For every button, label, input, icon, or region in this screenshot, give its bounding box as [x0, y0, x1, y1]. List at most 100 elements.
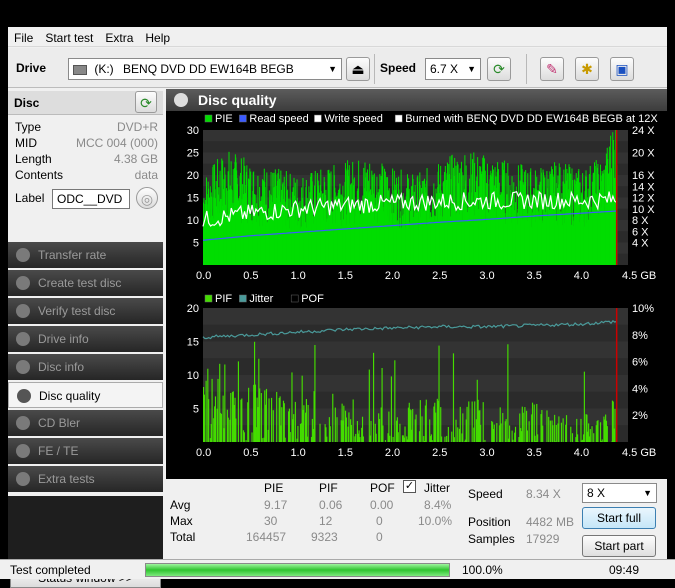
- eject-button[interactable]: ⏏: [346, 57, 370, 81]
- menu-extra[interactable]: Extra: [99, 27, 139, 47]
- chevron-down-icon: ▼: [643, 484, 652, 502]
- stats-max-jitter: 10.0%: [418, 514, 452, 528]
- y-left-tick-label: 10: [187, 215, 199, 227]
- legend-swatch: [314, 115, 321, 122]
- disc-title: Disc: [14, 96, 39, 110]
- x-tick-label: 0.0: [196, 270, 211, 282]
- pif-bar: [221, 414, 222, 442]
- pif-bar: [335, 408, 336, 442]
- pif-bar: [391, 376, 392, 442]
- nav-fe-te[interactable]: FE / TE: [8, 438, 163, 464]
- nav-extra-tests[interactable]: Extra tests: [8, 466, 163, 492]
- pif-bar: [332, 394, 333, 442]
- pif-bar: [271, 398, 272, 442]
- y-right-tick-label: 2%: [632, 410, 648, 422]
- pif-bar: [244, 432, 245, 442]
- pif-bar: [261, 393, 262, 442]
- speed-select[interactable]: 6.7 X ▼: [425, 58, 481, 80]
- pif-bar: [241, 399, 242, 442]
- x-tick-label: 3.5: [527, 447, 542, 459]
- nav-label: FE / TE: [38, 444, 78, 458]
- pif-bar: [483, 402, 484, 442]
- legend-swatch: [239, 295, 246, 302]
- stats-max-pie: 30: [264, 514, 277, 528]
- info-key: Type: [15, 119, 41, 135]
- test-speed-select[interactable]: 8 X ▼: [582, 483, 657, 503]
- eject-icon: ⏏: [351, 61, 364, 77]
- status-time: 09:49: [609, 563, 639, 577]
- pif-bar: [509, 425, 510, 442]
- y-left-tick-label: 5: [193, 238, 199, 250]
- pif-bar: [215, 396, 216, 442]
- x-tick-label: 4.5 GB: [622, 447, 656, 459]
- nav-cd-bler[interactable]: CD Bler: [8, 410, 163, 436]
- pif-bar: [441, 436, 442, 442]
- start-full-button[interactable]: Start full: [582, 507, 656, 529]
- nav-transfer-rate[interactable]: Transfer rate: [8, 242, 163, 268]
- y-right-tick-label: 10%: [632, 303, 654, 315]
- menu-start-test[interactable]: Start test: [39, 27, 99, 47]
- menu-help[interactable]: Help: [139, 27, 176, 47]
- nav-icon: [17, 389, 31, 403]
- pif-bar: [326, 437, 327, 442]
- erase-button[interactable]: ✎: [540, 57, 564, 81]
- stats-avg-jitter: 8.4%: [424, 498, 451, 512]
- stats-total-pie: 164457: [246, 530, 286, 544]
- pif-bar: [251, 432, 252, 442]
- legend-label: Write speed: [324, 113, 383, 125]
- pif-bar: [314, 345, 315, 442]
- stats-row-label: Total: [170, 530, 195, 544]
- disc-info: TypeDVD+R MIDMCC 004 (000) Length4.38 GB…: [8, 119, 163, 183]
- pif-bar: [472, 402, 473, 442]
- disc-label-button[interactable]: ◎: [136, 187, 158, 209]
- nav-disc-info[interactable]: Disc info: [8, 354, 163, 380]
- start-part-button[interactable]: Start part: [582, 535, 656, 557]
- pif-bar: [281, 407, 282, 442]
- pif-bar: [457, 427, 458, 442]
- options-button[interactable]: ✱: [575, 57, 599, 81]
- pif-bar: [563, 418, 564, 442]
- pif-bar: [394, 360, 395, 442]
- info-value: MCC 004 (000): [76, 135, 158, 151]
- nav-icon: [16, 472, 30, 486]
- drive-select[interactable]: (K:) BENQ DVD DD EW164B BEGB ▼: [68, 58, 342, 80]
- pif-bar: [512, 440, 513, 442]
- y-right-tick-label: 20 X: [632, 148, 655, 160]
- pif-bar: [206, 381, 207, 442]
- info-key: Length: [15, 151, 52, 167]
- y-left-tick-label: 20: [187, 170, 199, 182]
- nav-disc-quality[interactable]: Disc quality: [8, 382, 163, 408]
- pif-bar: [438, 346, 439, 442]
- pif-bar: [523, 413, 524, 442]
- stats-header-pif: PIF: [319, 481, 338, 495]
- refresh-disc-button[interactable]: ⟳: [135, 91, 157, 113]
- disc-label-input[interactable]: ODC__DVD: [52, 189, 130, 209]
- pif-bar: [421, 416, 422, 442]
- pif-bar: [319, 424, 320, 442]
- nav-icon: [16, 444, 30, 458]
- jitter-checkbox[interactable]: ✓: [403, 480, 416, 493]
- pif-bar: [369, 370, 370, 442]
- nav-drive-info[interactable]: Drive info: [8, 326, 163, 352]
- legend-label: PIE: [215, 113, 233, 125]
- info-key: MID: [15, 135, 37, 151]
- nav-icon: [16, 332, 30, 346]
- pif-bar: [268, 398, 269, 442]
- pif-bar: [306, 399, 307, 442]
- save-button[interactable]: ▣: [610, 57, 634, 81]
- menu-file[interactable]: File: [8, 27, 39, 47]
- status-bar: Test completed 100.0% 09:49: [0, 559, 675, 579]
- pif-bar: [451, 432, 452, 442]
- refresh-icon: ⟳: [493, 61, 505, 77]
- nav-label: Extra tests: [38, 472, 95, 486]
- legend-swatch: [205, 115, 212, 122]
- pif-bar: [515, 427, 516, 442]
- refresh-speed-button[interactable]: ⟳: [487, 57, 511, 81]
- nav-verify-test-disc[interactable]: Verify test disc: [8, 298, 163, 324]
- pif-bar: [506, 419, 507, 442]
- disc-header: Disc ⟳: [8, 91, 163, 115]
- nav-create-test-disc[interactable]: Create test disc: [8, 270, 163, 296]
- chevron-down-icon: ▼: [328, 59, 337, 79]
- pif-bar: [385, 440, 386, 442]
- stats-total-pof: 0: [376, 530, 383, 544]
